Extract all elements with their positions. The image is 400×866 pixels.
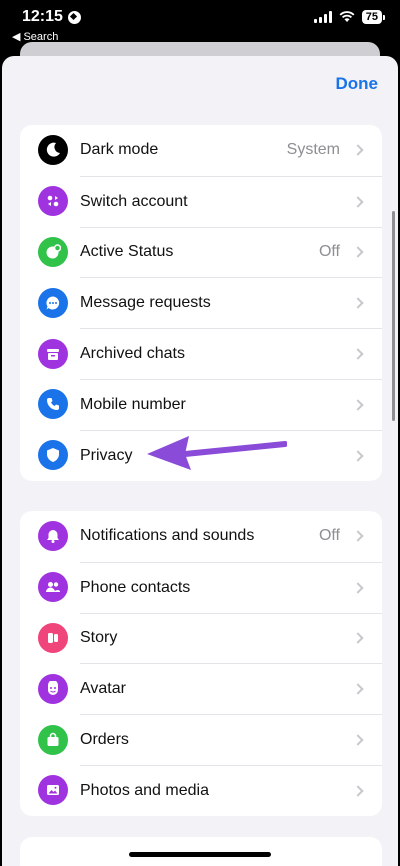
chevron-right-icon — [352, 632, 364, 645]
row-label: Orders — [80, 731, 129, 749]
cellular-signal-icon — [313, 11, 332, 23]
archive-icon — [38, 338, 68, 369]
chevron-right-icon — [352, 297, 364, 309]
row-label: Mobile number — [80, 395, 186, 413]
chevron-right-icon — [352, 734, 364, 746]
clock: 12:15 — [22, 8, 81, 26]
home-indicator[interactable] — [129, 852, 271, 857]
chevron-right-icon — [352, 196, 364, 208]
switch-account-icon — [38, 186, 68, 217]
chevron-right-icon — [352, 399, 364, 411]
done-button[interactable]: Done — [336, 74, 379, 94]
row-content: Archived chats — [80, 328, 382, 379]
scrollbar[interactable] — [392, 211, 395, 421]
chevron-right-icon — [352, 785, 364, 797]
row-content: Avatar — [80, 663, 382, 714]
wifi-icon — [339, 11, 355, 22]
back-triangle-icon: ◀ — [12, 31, 21, 43]
message-requests-icon — [38, 287, 68, 318]
row-value: System — [286, 141, 340, 159]
row-content: Switch account — [80, 175, 382, 227]
row-label: Avatar — [80, 680, 126, 698]
battery-indicator: 75 — [361, 10, 386, 24]
row-value: Off — [318, 243, 340, 261]
settings-row-mobile-number[interactable]: Mobile number — [20, 378, 382, 430]
row-label: Switch account — [80, 192, 188, 210]
shield-icon — [38, 440, 68, 471]
row-content: Active Status Off — [80, 226, 382, 278]
settings-row-notifications-and-sounds[interactable]: Notifications and sounds Off — [20, 511, 382, 562]
settings-row-dark-mode[interactable]: Dark mode System — [20, 125, 382, 176]
phone-icon — [38, 389, 68, 420]
settings-group-primary: Dark mode System Switch account Active Stat… — [20, 125, 382, 481]
chevron-right-icon — [352, 582, 364, 594]
chevron-right-icon — [352, 246, 364, 259]
settings-row-orders[interactable]: Orders — [20, 714, 382, 765]
row-content: Phone contacts — [80, 561, 382, 613]
settings-row-switch-account[interactable]: Switch account — [20, 175, 382, 227]
row-content: Story — [80, 612, 382, 664]
chevron-right-icon — [352, 144, 364, 157]
row-label: Notifications and sounds — [80, 527, 255, 545]
chevron-right-icon — [352, 683, 364, 695]
row-content: Mobile number — [80, 378, 382, 430]
status-icons: 75 — [313, 10, 386, 24]
chevron-right-icon — [352, 450, 364, 462]
row-content: Notifications and sounds Off — [80, 511, 382, 562]
story-icon — [38, 622, 68, 653]
settings-row-avatar[interactable]: Avatar — [20, 663, 382, 714]
location-icon — [67, 10, 81, 24]
chevron-right-icon — [352, 530, 364, 543]
row-content: Photos and media — [80, 764, 382, 816]
row-label: Dark mode — [80, 141, 159, 159]
back-label: Search — [23, 30, 59, 43]
settings-row-story[interactable]: Story — [20, 612, 382, 664]
row-content: Dark mode System — [80, 125, 382, 176]
settings-group-secondary: Notifications and sounds Off Phone contact… — [20, 511, 382, 816]
active-status-icon — [38, 236, 68, 267]
time-text: 12:15 — [22, 8, 63, 25]
bag-icon — [38, 724, 68, 755]
status-bar: 12:15 ◀ Search 75 — [0, 0, 400, 46]
bell-icon — [38, 521, 68, 552]
row-content: Message requests — [80, 277, 382, 328]
avatar-icon — [38, 673, 68, 704]
chevron-right-icon — [352, 348, 364, 360]
contacts-icon — [38, 572, 68, 603]
settings-row-message-requests[interactable]: Message requests — [20, 277, 382, 328]
row-label: Archived chats — [80, 345, 185, 363]
row-label: Phone contacts — [80, 578, 191, 596]
settings-row-photos-and-media[interactable]: Photos and media — [20, 764, 382, 816]
settings-row-archived-chats[interactable]: Archived chats — [20, 328, 382, 379]
row-value: Off — [318, 527, 340, 545]
moon-icon — [38, 135, 68, 166]
settings-row-phone-contacts[interactable]: Phone contacts — [20, 561, 382, 613]
row-label: Active Status — [80, 243, 174, 261]
row-label: Message requests — [80, 294, 211, 312]
row-label: Photos and media — [80, 781, 209, 799]
settings-row-active-status[interactable]: Active Status Off — [20, 226, 382, 278]
annotation-arrow — [147, 436, 287, 470]
row-label: Story — [80, 629, 118, 647]
row-content: Orders — [80, 714, 382, 765]
photo-icon — [38, 775, 68, 806]
